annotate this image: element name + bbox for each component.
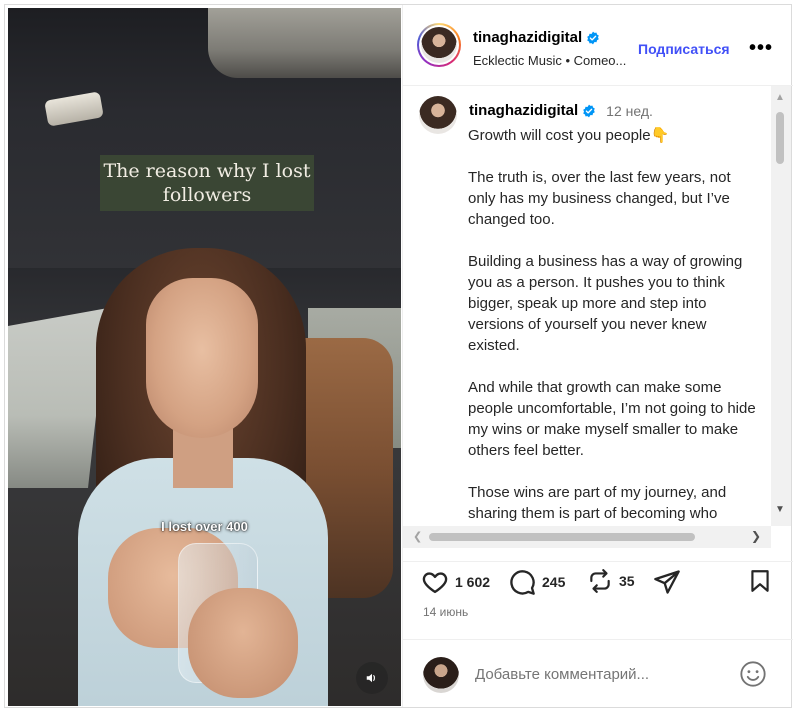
author-avatar[interactable]	[417, 23, 461, 67]
more-options-button[interactable]: •••	[749, 37, 773, 60]
author-username-row[interactable]: tinaghazidigital	[473, 29, 600, 46]
scroll-right-icon[interactable]: ❯	[751, 529, 761, 543]
caption-paragraph: The truth is, over the last few years, n…	[468, 169, 731, 228]
caption-author-avatar[interactable]	[419, 96, 457, 134]
save-button[interactable]	[747, 568, 773, 594]
author-username[interactable]: tinaghazidigital	[473, 29, 582, 46]
repost-icon	[590, 569, 610, 593]
likes-count[interactable]: 1 602	[455, 574, 490, 590]
post-header: tinaghazidigital Ecklectic Music • Comeo…	[403, 5, 793, 86]
scroll-thumb[interactable]	[776, 112, 784, 164]
bookmark-icon	[751, 570, 769, 592]
sound-toggle-button[interactable]	[356, 662, 388, 694]
caption-text: Growth will cost you people👇 The truth i…	[468, 125, 758, 526]
caption-author-row: tinaghazidigital 12 нед.	[469, 102, 653, 119]
speaker-icon	[366, 673, 375, 683]
emoji-icon	[740, 661, 766, 687]
post-time[interactable]: 12 нед.	[606, 103, 653, 119]
heart-icon	[422, 572, 448, 594]
post-modal: The reason why I lost followers I lost o…	[4, 4, 793, 708]
sunroof	[208, 8, 401, 78]
audio-subtitle[interactable]: Ecklectic Music • Comeo...	[473, 53, 638, 68]
video-overlay-title: The reason why I lost followers	[100, 155, 314, 211]
reposts-count[interactable]: 35	[619, 573, 635, 589]
post-date[interactable]: 14 июнь	[423, 605, 468, 619]
avatar	[421, 27, 457, 63]
add-comment-bar	[403, 639, 793, 707]
send-icon	[654, 570, 680, 594]
car-window	[8, 308, 108, 488]
verified-badge-icon	[587, 31, 599, 44]
vertical-scrollbar[interactable]: ▲ ▼	[771, 86, 791, 526]
verified-badge-icon	[583, 104, 595, 117]
follow-button[interactable]: Подписаться	[638, 41, 730, 57]
post-side-panel: tinaghazidigital Ecklectic Music • Comeo…	[402, 5, 793, 707]
comment-input[interactable]	[475, 666, 725, 683]
emoji-button[interactable]	[739, 660, 767, 693]
comments-count[interactable]: 245	[542, 574, 565, 590]
scroll-thumb-horizontal[interactable]	[429, 533, 695, 541]
comment-button[interactable]: 245	[508, 568, 565, 596]
scroll-down-icon[interactable]: ▼	[775, 504, 785, 515]
caption-scroll-area[interactable]: tinaghazidigital 12 нед. Growth will cos…	[403, 86, 793, 526]
horizontal-scrollbar[interactable]: ❮ ❯	[403, 526, 771, 548]
caption-username[interactable]: tinaghazidigital	[469, 102, 578, 119]
comment-icon	[510, 570, 535, 595]
caption-paragraph: Building a business has a way of growing…	[468, 253, 743, 354]
like-button[interactable]: 1 602	[421, 568, 490, 596]
person-hand-2	[188, 588, 298, 698]
scroll-up-icon[interactable]: ▲	[775, 92, 785, 103]
person-face	[146, 278, 258, 438]
repost-button[interactable]: 35	[587, 568, 635, 594]
caption-paragraph: Growth will cost you people👇	[468, 127, 670, 144]
video-caption: I lost over 400	[161, 519, 248, 534]
reel-video[interactable]: The reason why I lost followers I lost o…	[8, 8, 401, 706]
share-button[interactable]	[653, 568, 681, 596]
scroll-left-icon[interactable]: ❮	[413, 530, 422, 543]
caption-paragraph: Those wins are part of my journey, and s…	[468, 484, 727, 522]
caption-paragraph: And while that growth can make some peop…	[468, 379, 756, 459]
post-actions-bar: 1 602 245 35	[403, 561, 793, 601]
current-user-avatar	[423, 657, 459, 693]
